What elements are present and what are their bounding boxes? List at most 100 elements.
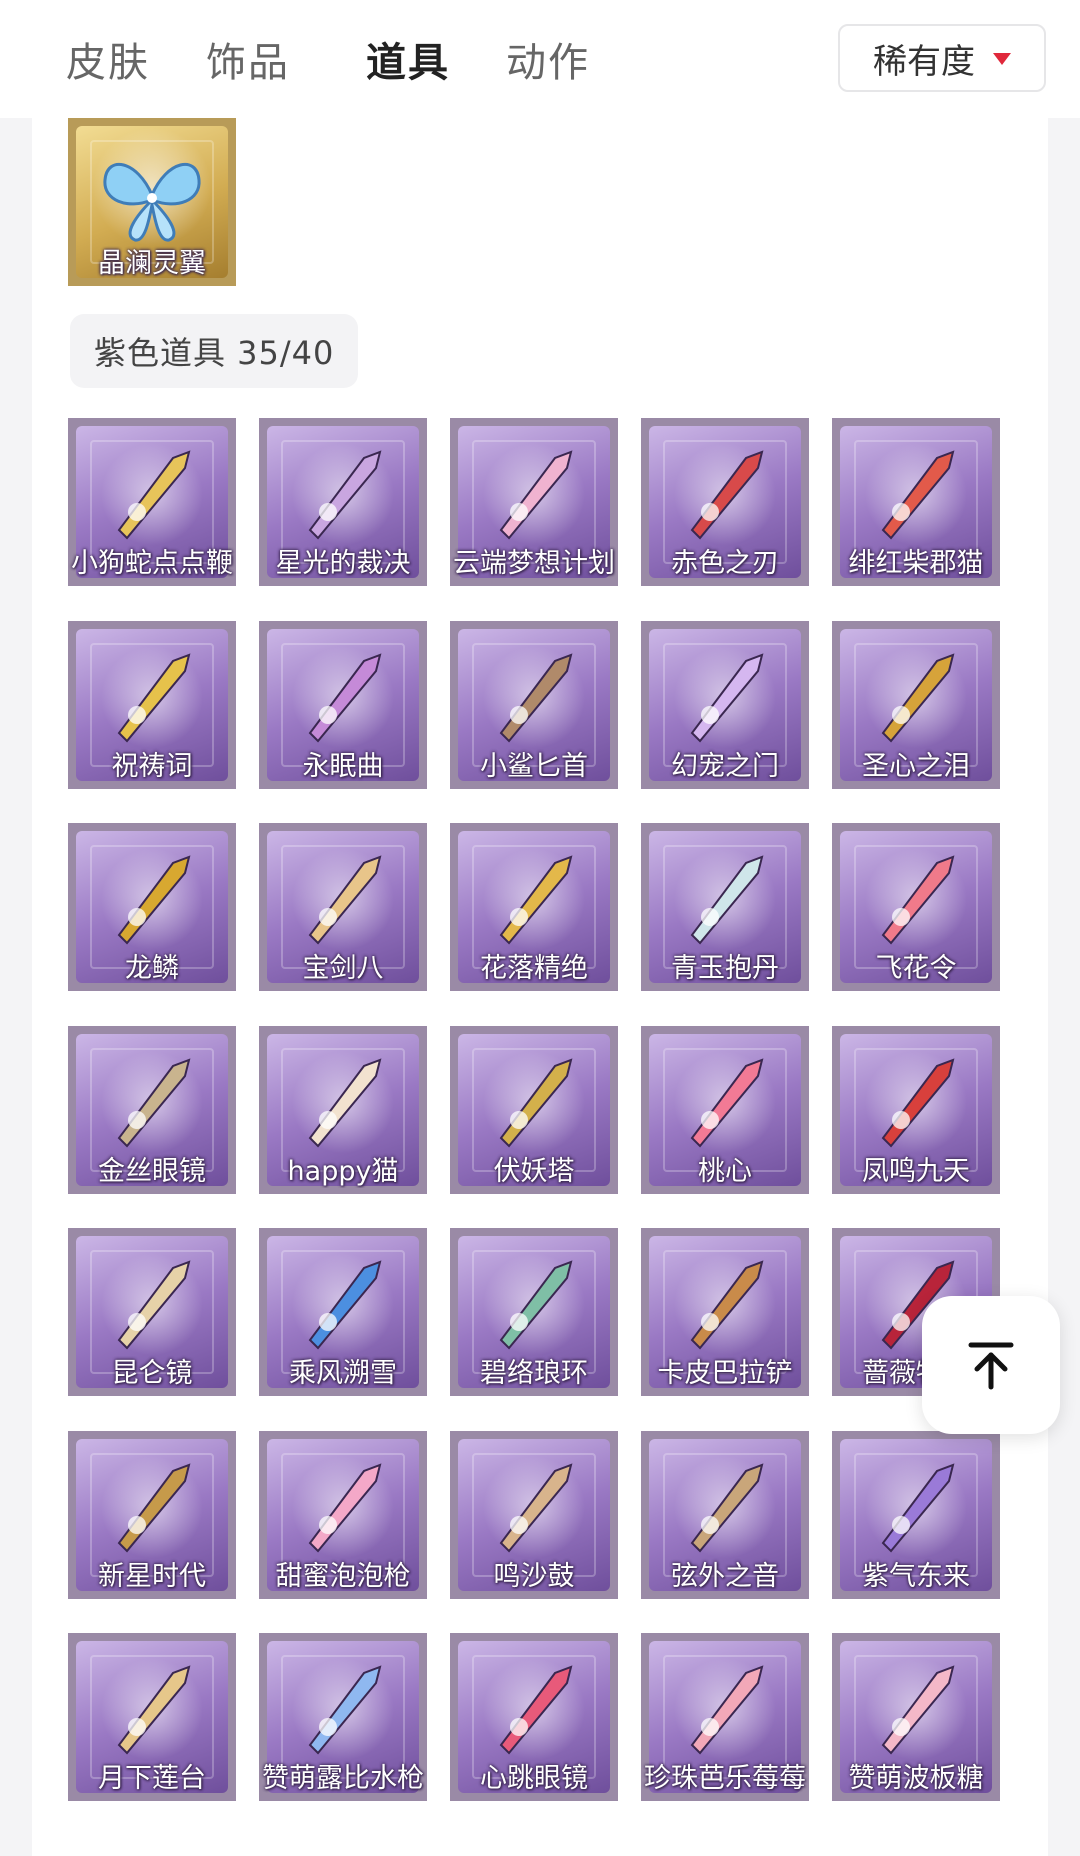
item-label: 赞萌露比水枪	[262, 1763, 424, 1794]
scepter-icon	[499, 450, 573, 540]
item-label: 乘风溯雪	[289, 1358, 397, 1389]
item-card[interactable]: 小狗蛇点点鞭	[68, 418, 236, 586]
item-label: 赞萌波板糖	[848, 1763, 984, 1794]
item-label: 桃心	[698, 1156, 752, 1187]
item-card[interactable]: 幻宠之门	[641, 621, 809, 789]
drink-icon	[690, 1665, 764, 1755]
item-label: 赤色之刃	[671, 548, 779, 579]
item-card[interactable]: 昆仑镜	[68, 1228, 236, 1396]
item-card[interactable]: 碧络琅环	[450, 1228, 618, 1396]
item-card[interactable]: 赞萌露比水枪	[259, 1633, 427, 1801]
item-label: 星光的裁决	[275, 548, 411, 579]
red-sword-icon	[881, 1058, 955, 1148]
item-card[interactable]: 星光的裁决	[259, 418, 427, 586]
device-icon	[690, 653, 764, 743]
featured-item-label: 晶澜灵翼	[98, 248, 206, 279]
item-card[interactable]: 凤鸣九天	[832, 1026, 1000, 1194]
item-card[interactable]: 乘风溯雪	[259, 1228, 427, 1396]
item-card[interactable]: 赤色之刃	[641, 418, 809, 586]
item-card[interactable]: 飞花令	[832, 823, 1000, 991]
tab-emotes[interactable]: 动作	[506, 30, 590, 88]
tab-props[interactable]: 道具	[366, 30, 450, 88]
item-card[interactable]: 桃心	[641, 1026, 809, 1194]
snow-device-icon	[308, 1260, 382, 1350]
item-label: 永眠曲	[302, 751, 384, 782]
item-label: 卡皮巴拉铲	[657, 1358, 793, 1389]
item-label: 绯红柴郡猫	[848, 548, 984, 579]
item-card[interactable]: 甜蜜泡泡枪	[259, 1431, 427, 1599]
item-label: 甜蜜泡泡枪	[275, 1561, 411, 1592]
item-label: 凤鸣九天	[862, 1156, 970, 1187]
item-label: 紫气东来	[862, 1561, 970, 1592]
item-card[interactable]: happy猫	[259, 1026, 427, 1194]
item-card[interactable]: 祝祷词	[68, 621, 236, 789]
item-card[interactable]: 鸣沙鼓	[450, 1431, 618, 1599]
item-card[interactable]: 永眠曲	[259, 621, 427, 789]
wings-icon	[103, 162, 201, 242]
item-label: 宝剑八	[302, 953, 384, 984]
heart-glasses-icon	[499, 1665, 573, 1755]
sword-icon	[308, 653, 382, 743]
item-label: 心跳眼镜	[480, 1763, 588, 1794]
item-card[interactable]: 云端梦想计划	[450, 418, 618, 586]
item-label: 弦外之音	[671, 1561, 779, 1592]
item-label: happy猫	[287, 1156, 399, 1187]
flower-pendant-icon	[499, 855, 573, 945]
rarity-sort-button[interactable]: 稀有度	[838, 24, 1046, 92]
back-to-top-button[interactable]	[922, 1296, 1060, 1434]
cat-icon	[881, 450, 955, 540]
item-card[interactable]: 赞萌波板糖	[832, 1633, 1000, 1801]
lotus-mirror-icon	[117, 1665, 191, 1755]
tab-skins[interactable]: 皮肤	[66, 30, 150, 88]
capybara-icon	[690, 1260, 764, 1350]
item-card[interactable]: 卡皮巴拉铲	[641, 1228, 809, 1396]
revolver-icon	[117, 1463, 191, 1553]
heart-icon	[308, 855, 382, 945]
item-label: 月下莲台	[98, 1763, 206, 1794]
tab-accessories[interactable]: 饰品	[206, 30, 290, 88]
item-card[interactable]: 花落精绝	[450, 823, 618, 991]
item-label: 龙鳞	[125, 953, 179, 984]
item-label: 祝祷词	[111, 751, 193, 782]
cat-figure-icon	[308, 1058, 382, 1148]
purple-sword-icon	[881, 1463, 955, 1553]
item-card[interactable]: 青玉抱丹	[641, 823, 809, 991]
water-gun-icon	[308, 1665, 382, 1755]
item-label: 圣心之泪	[862, 751, 970, 782]
item-card[interactable]: 新星时代	[68, 1431, 236, 1599]
vase-icon	[690, 855, 764, 945]
section-header: 紫色道具 35/40	[70, 314, 358, 388]
item-label: 新星时代	[98, 1561, 206, 1592]
item-card[interactable]: 紫气东来	[832, 1431, 1000, 1599]
item-card[interactable]: 伏妖塔	[450, 1026, 618, 1194]
item-label: 伏妖塔	[493, 1156, 575, 1187]
instrument-icon	[690, 1463, 764, 1553]
item-label: 青玉抱丹	[671, 953, 779, 984]
item-card[interactable]: 珍珠芭乐莓莓	[641, 1633, 809, 1801]
item-card[interactable]: 圣心之泪	[832, 621, 1000, 789]
item-card[interactable]: 月下莲台	[68, 1633, 236, 1801]
mirror-icon	[117, 1260, 191, 1350]
arrow-up-to-top-icon	[968, 1342, 1014, 1390]
item-card[interactable]: 龙鳞	[68, 823, 236, 991]
item-label: 小狗蛇点点鞭	[71, 548, 233, 579]
gun-icon	[308, 450, 382, 540]
top-tab-bar: 皮肤 饰品 道具 动作 稀有度	[0, 0, 1080, 118]
item-label: 昆仑镜	[111, 1358, 193, 1389]
lollipop-icon	[881, 1665, 955, 1755]
glasses-icon	[117, 1058, 191, 1148]
item-card[interactable]: 小鲨匕首	[450, 621, 618, 789]
item-label: 云端梦想计划	[453, 548, 615, 579]
item-label: 幻宠之门	[671, 751, 779, 782]
flower-bouquet-icon	[881, 855, 955, 945]
item-card[interactable]: 心跳眼镜	[450, 1633, 618, 1801]
item-card[interactable]: 金丝眼镜	[68, 1026, 236, 1194]
item-card[interactable]: 绯红柴郡猫	[832, 418, 1000, 586]
item-card[interactable]: 宝剑八	[259, 823, 427, 991]
featured-item-card[interactable]: 晶澜灵翼	[68, 118, 236, 286]
pagoda-icon	[499, 1058, 573, 1148]
jade-blade-icon	[499, 1260, 573, 1350]
drum-icon	[499, 1463, 573, 1553]
item-card[interactable]: 弦外之音	[641, 1431, 809, 1599]
snake-whip-icon	[117, 450, 191, 540]
